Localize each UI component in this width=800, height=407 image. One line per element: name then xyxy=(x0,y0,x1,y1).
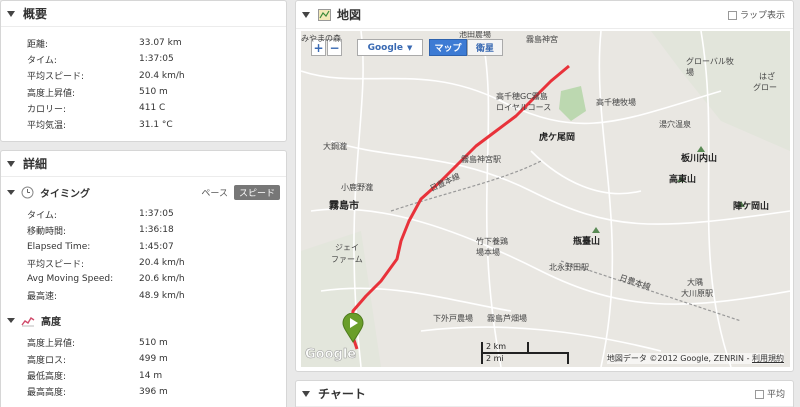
clock-icon xyxy=(21,186,34,198)
map-label: 池田農場 xyxy=(459,31,491,39)
map-label: 虎ケ尾岡 xyxy=(539,133,576,143)
collapse-triangle-icon[interactable] xyxy=(7,189,15,195)
scale-bar: 2 km 2 mi xyxy=(481,342,569,364)
map-label: ファーム xyxy=(331,255,363,264)
map-label: 小鹿野瀧 xyxy=(341,183,373,192)
satellite-tab[interactable]: 衛星 xyxy=(467,39,503,56)
overview-title: 概要 xyxy=(23,7,48,21)
map-label: 北永野田駅 xyxy=(549,263,589,272)
map-label: 大川原駅 xyxy=(681,289,713,298)
google-watermark: Google xyxy=(305,347,357,363)
timing-row: Avg Moving Speed: 20.6 km/h xyxy=(27,274,185,285)
collapse-triangle-icon[interactable] xyxy=(302,390,310,397)
map-label: 竹下養鶏 xyxy=(476,237,508,246)
overview-header[interactable]: 概要 xyxy=(1,1,286,27)
speed-toggle[interactable]: スピード xyxy=(233,184,280,200)
map-copyright: 地図データ ©2012 Google, ZENRIN - 利用規約 xyxy=(606,353,784,364)
pace-toggle[interactable]: ペース xyxy=(201,186,228,199)
map-label: 高東山 xyxy=(669,175,697,185)
map-provider-dropdown[interactable]: Google ▼ xyxy=(357,39,423,56)
elevation-row: 最低高度: 14 m xyxy=(27,370,163,383)
elevation-title: 高度 xyxy=(41,317,61,329)
details-panel: 詳細 タイミング ペース スピード タイム: 1:37:05 移動時間: 1:36:… xyxy=(0,150,287,407)
map-roads-svg xyxy=(301,31,790,367)
overview-panel: 概要 距離: 33.07 km タイム: 1:37:05 平均スピード: 20.4 k… xyxy=(0,0,287,142)
collapse-triangle-icon[interactable] xyxy=(7,160,15,167)
overview-row: 高度上昇値: 510 m xyxy=(27,87,168,99)
map-tab[interactable]: マップ xyxy=(429,39,467,56)
map-label: 瓶臺山 xyxy=(573,237,601,247)
map-label: 下外戸農場 xyxy=(433,314,473,323)
map-label: グロー xyxy=(753,83,777,92)
map-label: はざ xyxy=(759,72,775,81)
map-title: 地図 xyxy=(337,8,362,22)
map-label: ロイヤルコース xyxy=(496,103,552,112)
map-canvas[interactable]: + − Google ▼ マップ 衛星 霧島神宮 池田農場 みやまの森 グローバ… xyxy=(301,31,790,367)
map-label: 大鋼瀧 xyxy=(323,142,347,151)
terms-link[interactable]: 利用規約 xyxy=(752,354,784,363)
checkbox-icon[interactable] xyxy=(727,11,737,20)
average-checkbox[interactable]: 平均 xyxy=(754,387,785,400)
overview-row: タイム: 1:37:05 xyxy=(27,54,174,66)
map-label: 大隅 xyxy=(687,278,703,287)
map-label: 高千穂GC霧島 xyxy=(496,92,548,101)
elevation-list: 高度上昇値: 510 m 高度ロス: 499 m 最低高度: 14 m 最高高度: 39… xyxy=(1,332,286,400)
chart-panel: チャート 平均 xyxy=(295,380,794,407)
map-label: 場本場 xyxy=(476,248,500,257)
chevron-down-icon: ▼ xyxy=(407,43,413,52)
map-icon xyxy=(318,8,331,21)
timing-row: 最高速: 48.9 km/h xyxy=(27,290,185,303)
map-label: 高千穂牧場 xyxy=(596,98,636,107)
map-label: ジェイ xyxy=(335,243,359,252)
timing-row: Elapsed Time: 1:45:07 xyxy=(27,241,174,252)
map-label: 板川内山 xyxy=(681,154,718,164)
map-label: 陣ケ岡山 xyxy=(733,202,770,212)
elevation-row: 最高高度: 396 m xyxy=(27,386,168,399)
map-label: 霧島市 xyxy=(329,201,359,212)
elevation-row: 高度上昇値: 510 m xyxy=(27,337,168,350)
timing-row: タイム: 1:37:05 xyxy=(27,209,174,221)
checkbox-icon[interactable] xyxy=(754,390,764,399)
map-label: 霧島芦畑場 xyxy=(487,314,527,323)
overview-row: カロリー: 411 C xyxy=(27,103,166,115)
map-label: 霧島神宮駅 xyxy=(461,155,501,164)
details-header[interactable]: 詳細 xyxy=(1,151,286,177)
elevation-row: 高度ロス: 499 m xyxy=(27,354,168,366)
map-label: 霧島神宮 xyxy=(526,35,558,44)
map-panel: 地図 ラップ表示 + − Google ▼ マップ 衛星 霧島神宮 池田農場 み… xyxy=(295,0,794,372)
overview-list: 距離: 33.07 km タイム: 1:37:05 平均スピード: 20.4 km/h… xyxy=(1,27,286,133)
collapse-triangle-icon[interactable] xyxy=(7,10,15,17)
timing-title: タイミング xyxy=(40,188,90,200)
timing-list: タイム: 1:37:05 移動時間: 1:36:18 Elapsed Time: 1:… xyxy=(1,203,286,304)
map-label: グローバル牧場 xyxy=(686,57,734,77)
collapse-triangle-icon[interactable] xyxy=(7,318,15,324)
lap-display-checkbox[interactable]: ラップ表示 xyxy=(727,8,785,21)
chart-header[interactable]: チャート 平均 xyxy=(296,381,793,407)
map-label: 湯穴温泉 xyxy=(659,120,691,129)
overview-row: 平均気温: 31.1 °C xyxy=(27,119,173,132)
elevation-icon xyxy=(21,316,35,327)
details-title: 詳細 xyxy=(23,157,48,171)
overview-row: 平均スピード: 20.4 km/h xyxy=(27,70,185,83)
map-header[interactable]: 地図 ラップ表示 xyxy=(296,1,793,29)
timing-row: 移動時間: 1:36:18 xyxy=(27,225,174,237)
collapse-triangle-icon[interactable] xyxy=(302,11,310,18)
start-marker-icon[interactable] xyxy=(342,313,364,343)
chart-title: チャート xyxy=(318,387,366,401)
map-label: みやまの森 xyxy=(301,34,341,43)
timing-header[interactable]: タイミング ペース スピード xyxy=(1,181,286,203)
elevation-header[interactable]: 高度 xyxy=(1,310,286,332)
timing-row: 平均スピード: 20.4 km/h xyxy=(27,258,185,270)
overview-row: 距離: 33.07 km xyxy=(27,38,182,50)
